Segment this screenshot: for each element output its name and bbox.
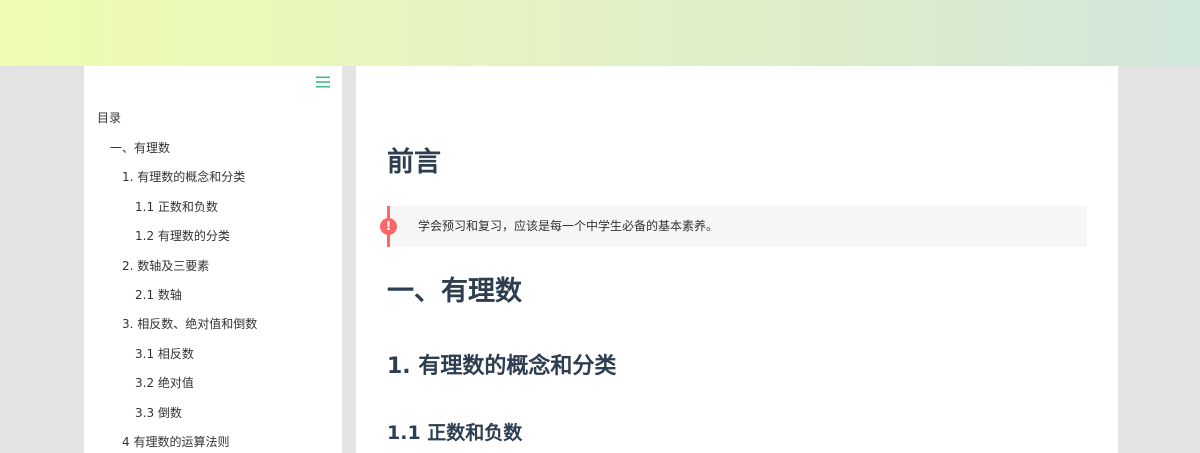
menu-icon-glyph xyxy=(316,76,330,88)
toc-item[interactable]: 1.1 正数和负数 xyxy=(84,199,342,228)
top-banner xyxy=(0,0,1200,66)
preface-heading: 前言 xyxy=(387,147,441,178)
exclamation-icon: ! xyxy=(380,218,397,235)
toc-item[interactable]: 3.1 相反数 xyxy=(84,346,342,375)
toc-item[interactable]: 一、有理数 xyxy=(84,140,342,169)
toc-item[interactable]: 1. 有理数的概念和分类 xyxy=(84,169,342,198)
toc-item[interactable]: 2.1 数轴 xyxy=(84,287,342,316)
menu-icon[interactable] xyxy=(316,74,330,88)
chapter-heading: 一、有理数 xyxy=(387,276,522,307)
warning-callout: ! 学会预习和复习，应该是每一个中学生必备的基本素养。 xyxy=(380,206,1087,247)
toc-item[interactable]: 3. 相反数、绝对值和倒数 xyxy=(84,316,342,345)
toc-item[interactable]: 4 有理数的运算法则 xyxy=(84,434,342,453)
subsection-heading: 1.1 正数和负数 xyxy=(387,422,523,444)
sidebar-toc: 目录 一、有理数 1. 有理数的概念和分类 1.1 正数和负数 1.2 有理数的分类 2… xyxy=(84,66,342,453)
toc-title: 目录 xyxy=(97,111,122,125)
toc-item[interactable]: 3.3 倒数 xyxy=(84,405,342,434)
section-heading: 1. 有理数的概念和分类 xyxy=(387,354,617,379)
main-content: 前言 ! 学会预习和复习，应该是每一个中学生必备的基本素养。 一、有理数 1. … xyxy=(356,66,1118,453)
toc-item[interactable]: 3.2 绝对值 xyxy=(84,375,342,404)
callout-text: 学会预习和复习，应该是每一个中学生必备的基本素养。 xyxy=(418,219,719,233)
toc-item[interactable]: 1.2 有理数的分类 xyxy=(84,228,342,257)
toc-list: 一、有理数 1. 有理数的概念和分类 1.1 正数和负数 1.2 有理数的分类 2. 数… xyxy=(84,140,342,453)
toc-item[interactable]: 2. 数轴及三要素 xyxy=(84,258,342,287)
